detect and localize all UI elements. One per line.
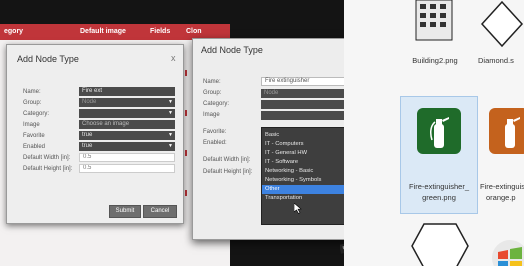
- favorite-label: Favorite: [23, 133, 45, 139]
- submit-button[interactable]: Submit: [109, 205, 141, 218]
- enabled-select[interactable]: true ▼: [79, 142, 175, 151]
- category-label: Category:: [23, 111, 50, 117]
- image-label: Image: [203, 112, 220, 118]
- file-name-fire-extinguisher-green-1[interactable]: Fire-extinguisher_: [403, 182, 475, 191]
- enabled-label: Enabled:: [203, 140, 227, 146]
- column-header-clone[interactable]: Clon: [186, 28, 202, 35]
- file-name-fire-extinguisher-green-2: green.png: [422, 193, 456, 202]
- group-select[interactable]: Node▼: [261, 89, 357, 98]
- dialog-title: Add Node Type: [201, 45, 263, 55]
- mouse-cursor-icon: [294, 203, 302, 214]
- dialog-title: Add Node Type: [17, 54, 79, 64]
- group-label: Group:: [203, 90, 222, 96]
- chevron-down-icon: ▼: [168, 132, 173, 138]
- table-marker: [185, 190, 187, 196]
- name-label: Name:: [23, 89, 41, 95]
- default-height-input[interactable]: 0.5: [79, 164, 175, 173]
- name-input[interactable]: Fire extinguisher: [261, 77, 357, 86]
- windows-logo-icon[interactable]: [482, 228, 524, 266]
- default-height-label: Default Height [in]:: [23, 166, 73, 172]
- name-input[interactable]: Fire ext: [79, 87, 175, 96]
- default-width-input[interactable]: 0.5: [79, 153, 175, 162]
- group-value: Node: [82, 99, 97, 105]
- column-header-default-image[interactable]: Default image: [80, 28, 126, 35]
- image-chooser[interactable]: [261, 111, 357, 120]
- diamond-thumbnail-icon[interactable]: [480, 0, 524, 50]
- default-width-label: Default Width [in]:: [203, 157, 251, 163]
- file-name-fire-extinguisher-orange-1[interactable]: Fire-extinguis: [480, 182, 524, 191]
- table-marker: [185, 70, 187, 76]
- add-node-type-dialog-back: Add Node Type x Name: Group: Category: I…: [6, 44, 184, 224]
- close-icon[interactable]: x: [171, 53, 176, 63]
- name-label: Name:: [203, 79, 221, 85]
- hexagon-thumbnail-icon[interactable]: [410, 218, 470, 266]
- chevron-down-icon: ▼: [168, 99, 173, 105]
- table-marker: [185, 110, 187, 116]
- enabled-value: true: [82, 143, 93, 149]
- chevron-down-icon: ▼: [168, 143, 173, 149]
- category-select[interactable]: ▼: [79, 109, 175, 118]
- column-header-category[interactable]: egory: [4, 28, 23, 35]
- file-name-building2[interactable]: Building2.png: [398, 56, 472, 65]
- group-value: Node: [264, 90, 279, 96]
- file-name-fire-extinguisher-orange-2: orange.p: [486, 193, 516, 202]
- table-marker: [185, 150, 187, 156]
- column-header-fields[interactable]: Fields: [150, 28, 170, 35]
- favorite-label: Favorite:: [203, 129, 227, 135]
- favorite-select[interactable]: true ▼: [79, 131, 175, 140]
- enabled-label: Enabled: [23, 144, 46, 150]
- fire-extinguisher-icon: [430, 117, 449, 148]
- building-thumbnail-icon[interactable]: [410, 0, 460, 46]
- cancel-button[interactable]: Cancel: [143, 205, 177, 218]
- default-width-label: Default Width [in]:: [23, 155, 71, 161]
- group-select[interactable]: Node ▼: [79, 98, 175, 107]
- group-label: Group:: [23, 100, 42, 106]
- category-label: Category:: [203, 101, 230, 107]
- favorite-value: true: [82, 132, 93, 138]
- image-chooser[interactable]: Choose an image: [79, 120, 175, 129]
- fire-extinguisher-icon: [505, 117, 520, 148]
- category-select[interactable]: ▼: [261, 100, 357, 109]
- chevron-down-icon: ▼: [168, 110, 173, 116]
- default-height-label: Default Height [in]:: [203, 169, 253, 175]
- file-name-diamond[interactable]: Diamond.s: [478, 56, 524, 65]
- image-label: Image: [23, 122, 40, 128]
